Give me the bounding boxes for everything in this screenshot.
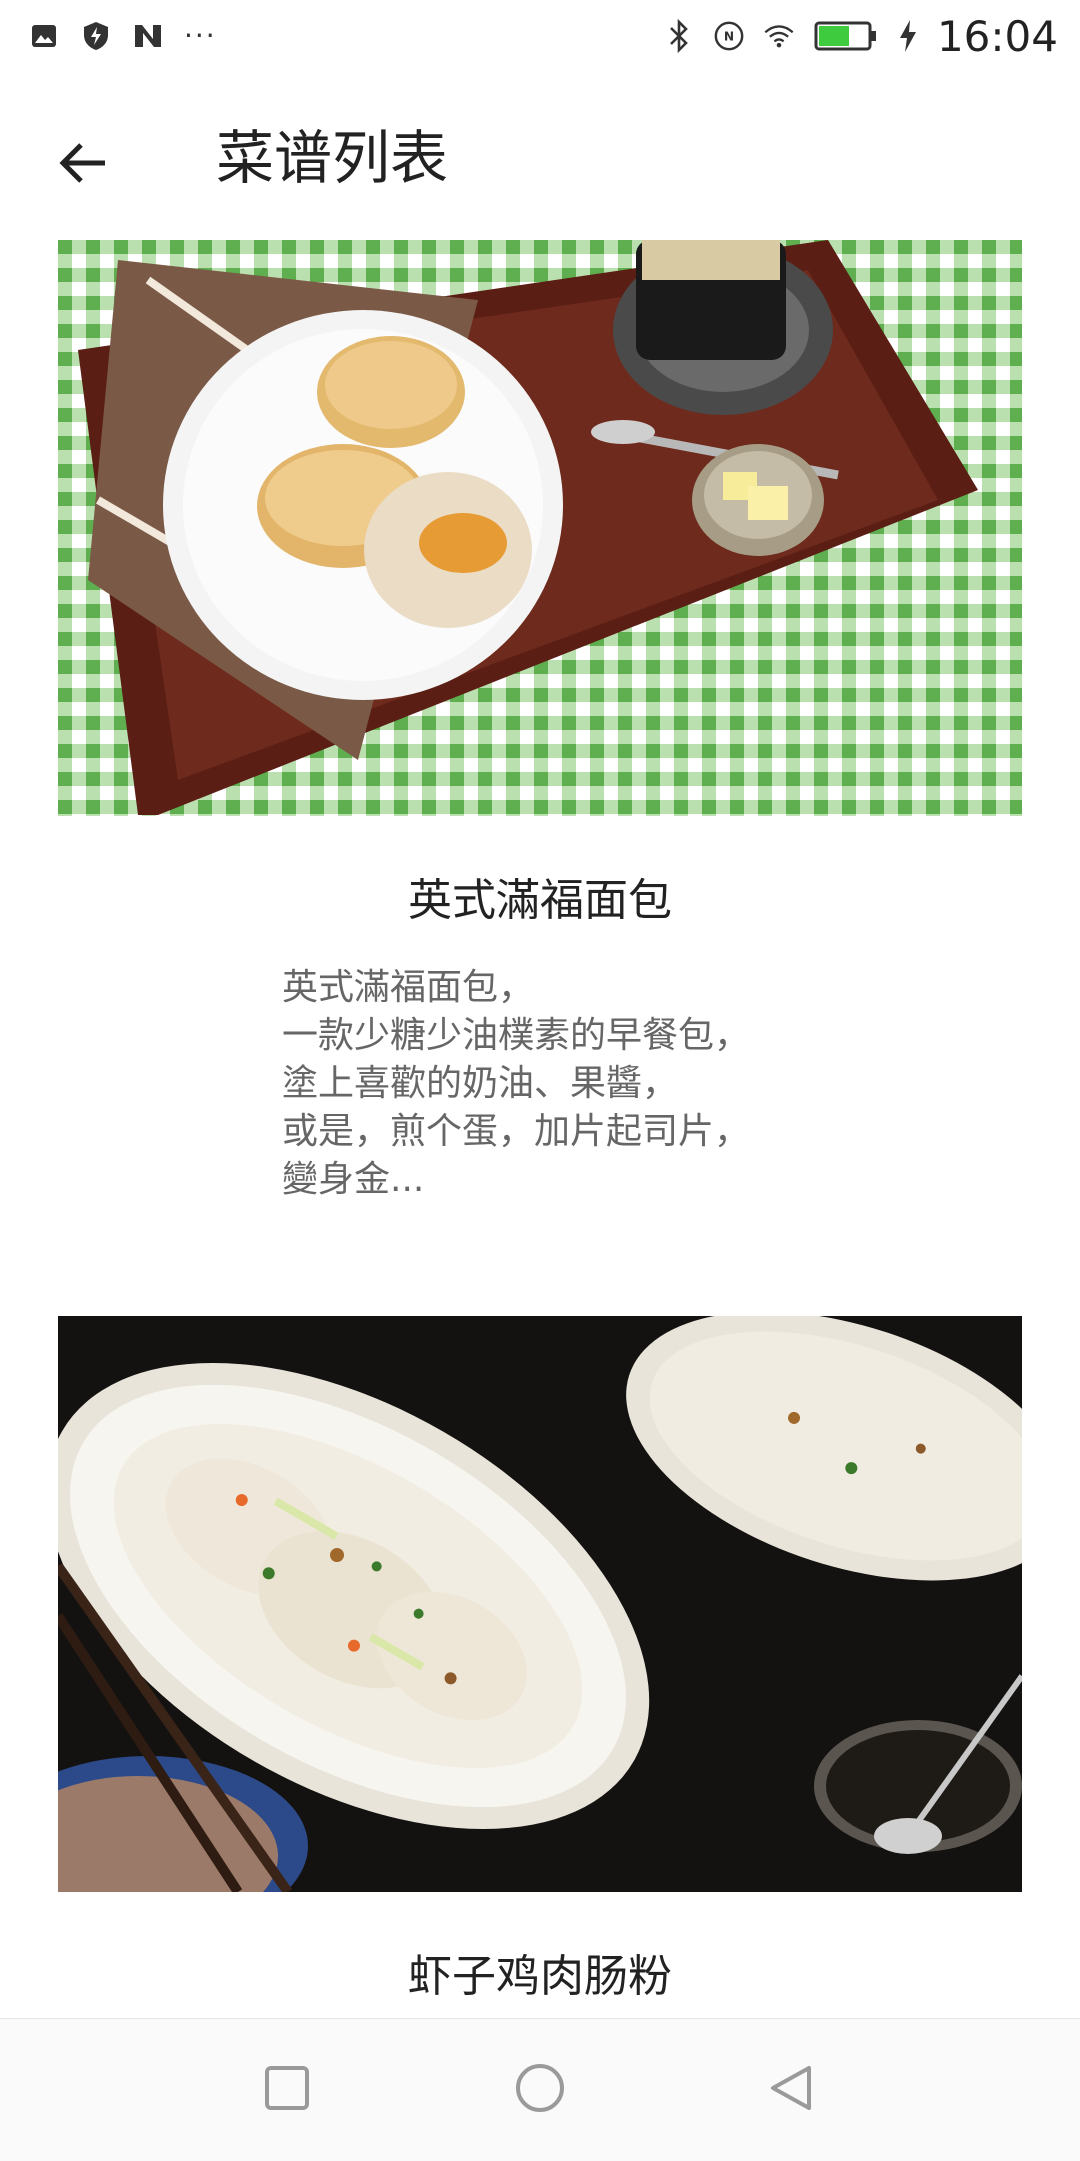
recent-apps-button[interactable] xyxy=(252,2055,322,2125)
arrow-left-icon xyxy=(55,135,111,195)
bluetooth-icon xyxy=(663,19,695,53)
charging-icon xyxy=(897,20,919,52)
recent-apps-icon xyxy=(262,2063,312,2117)
recipe-image[interactable] xyxy=(58,1316,1022,1892)
back-icon xyxy=(765,2062,817,2118)
status-time: 16:04 xyxy=(936,11,1058,61)
more-dots-icon: ··· xyxy=(184,19,217,52)
recipe-list[interactable]: 英式滿福面包 英式滿福面包， 一款少糖少油樸素的早餐包， 塗上喜歡的奶油、果醬，… xyxy=(0,240,1080,2020)
back-nav-button[interactable] xyxy=(756,2055,826,2125)
recipe-title: 虾子鸡肉肠粉 xyxy=(408,1951,672,2002)
wifi-icon xyxy=(763,20,795,52)
n-logo-icon xyxy=(132,20,164,52)
status-bar: ··· N 16:04 xyxy=(0,0,1080,72)
svg-text:N: N xyxy=(724,30,734,44)
recipe-image[interactable] xyxy=(58,240,1022,816)
battery-icon xyxy=(813,20,879,52)
recipe-card[interactable]: 英式滿福面包 英式滿福面包， 一款少糖少油樸素的早餐包， 塗上喜歡的奶油、果醬，… xyxy=(58,240,1022,1204)
status-right-icons: N 16:04 xyxy=(663,11,1058,61)
image-icon xyxy=(28,20,60,52)
home-icon xyxy=(513,2061,567,2119)
app-bar: 菜谱列表 xyxy=(0,72,1080,242)
back-button[interactable] xyxy=(40,122,126,208)
nfc-icon: N xyxy=(713,20,745,52)
recipe-card[interactable]: 虾子鸡肉肠粉 xyxy=(58,1316,1022,2004)
page-title: 菜谱列表 xyxy=(216,124,449,192)
recipe-title: 英式滿福面包 xyxy=(408,875,672,926)
home-button[interactable] xyxy=(505,2055,575,2125)
shield-icon xyxy=(80,20,112,52)
recipe-description: 英式滿福面包， 一款少糖少油樸素的早餐包， 塗上喜歡的奶油、果醬， 或是，煎个蛋… xyxy=(282,967,751,1200)
navigation-bar xyxy=(0,2018,1080,2161)
status-left-icons: ··· xyxy=(28,18,217,54)
